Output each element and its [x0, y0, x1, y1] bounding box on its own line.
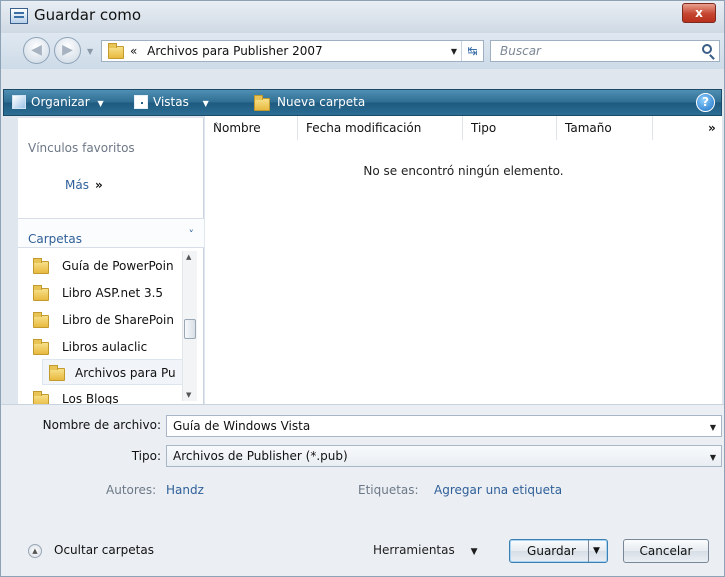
close-button[interactable]: x	[682, 3, 716, 23]
filename-field[interactable]: Guía de Windows Vista ▼	[166, 415, 722, 437]
tools-dropdown-icon: ▼	[470, 547, 478, 557]
folders-header: Carpetas	[28, 232, 82, 246]
folder-icon	[49, 365, 65, 381]
forward-arrow-icon: ▶	[62, 42, 73, 58]
folder-tree-label: Libros aulaclic	[62, 340, 148, 354]
organize-button[interactable]: Organizar ▼	[31, 95, 104, 109]
hide-folders-icon[interactable]: ▲	[28, 544, 42, 558]
save-button[interactable]: Guardar ▼	[509, 539, 608, 563]
search-input[interactable]: Buscar	[500, 44, 541, 58]
more-links-label: Más	[65, 178, 89, 192]
organize-label: Organizar	[31, 95, 90, 109]
chevron-down-icon[interactable]: ▼	[710, 453, 716, 462]
folder-tree-label: Archivos para Pu	[75, 366, 176, 380]
save-as-dialog: Guardar como x ◀ ▶ ▼ « Archivos para Pub…	[0, 0, 725, 577]
column-header-name[interactable]: Nombre ^	[205, 116, 298, 140]
breadcrumb-current[interactable]: Archivos para Publisher 2007	[147, 44, 322, 58]
file-type-label: Tipo:	[131, 449, 161, 463]
column-header-type[interactable]: Tipo	[463, 116, 557, 140]
folder-tree-item-selected[interactable]: Archivos para Pu	[42, 359, 184, 385]
save-form: Nombre de archivo: Guía de Windows Vista…	[1, 404, 724, 576]
views-label: Vistas	[153, 95, 189, 109]
folder-tree-item[interactable]: Libro ASP.net 3.5	[18, 280, 188, 306]
folder-icon	[33, 258, 49, 274]
address-row: ◀ ▶ ▼ « Archivos para Publisher 2007 ▼ ↹…	[1, 33, 724, 69]
save-dialog-icon	[10, 8, 28, 24]
column-header-date-modified[interactable]: Fecha modificación	[298, 116, 463, 140]
tools-label: Herramientas	[373, 543, 455, 557]
folder-tree-item[interactable]: Libro de SharePoin	[18, 307, 188, 333]
refresh-icon: ↹	[467, 44, 478, 58]
folder-tree-label: Libro de SharePoin	[62, 313, 174, 327]
folder-icon	[33, 285, 49, 301]
search-icon[interactable]	[702, 44, 712, 54]
forward-button[interactable]: ▶	[54, 37, 81, 64]
file-type-select[interactable]: Archivos de Publisher (*.pub) ▼	[166, 445, 722, 467]
authors-value[interactable]: Handz	[166, 483, 204, 497]
sort-ascending-icon: ^	[213, 121, 220, 130]
save-label: Guardar	[527, 544, 576, 558]
views-icon	[134, 95, 148, 109]
cancel-button[interactable]: Cancelar	[623, 539, 709, 563]
column-header-size[interactable]: Tamaño	[557, 116, 653, 140]
search-box[interactable]: Buscar	[490, 40, 720, 62]
help-icon: ?	[702, 95, 709, 109]
tools-button[interactable]: Herramientas ▼	[373, 543, 478, 557]
tags-label: Etiquetas:	[358, 483, 419, 497]
more-columns-icon: »	[708, 121, 716, 135]
folder-tree-label: Libro ASP.net 3.5	[62, 286, 164, 300]
folder-tree-item[interactable]: Guía de PowerPoin	[18, 253, 188, 279]
folders-header-bar[interactable]: Carpetas ˅	[18, 218, 204, 248]
views-button[interactable]: Vistas ▼	[153, 95, 209, 109]
folder-tree-item[interactable]: Los Blogs	[18, 386, 188, 404]
new-folder-icon	[254, 95, 270, 111]
folder-tree-label: Los Blogs	[62, 392, 119, 404]
back-arrow-icon: ◀	[31, 42, 42, 58]
file-type-value: Archivos de Publisher (*.pub)	[173, 449, 348, 463]
recent-pages-dropdown-icon[interactable]: ▼	[87, 47, 93, 56]
back-button[interactable]: ◀	[23, 37, 50, 64]
folder-tree-scrollbar[interactable]: ▲ ▼	[182, 251, 197, 401]
dialog-title: Guardar como	[34, 6, 142, 24]
refresh-button[interactable]: ↹	[461, 41, 483, 61]
scrollbar-thumb[interactable]	[184, 319, 196, 339]
save-options-dropdown-icon[interactable]: ▼	[588, 540, 604, 562]
chevron-down-icon[interactable]: ▼	[710, 423, 716, 432]
filename-input[interactable]: Guía de Windows Vista	[173, 419, 310, 433]
breadcrumb-prefix[interactable]: «	[130, 44, 137, 58]
help-button[interactable]: ?	[696, 93, 715, 112]
hide-folders-button[interactable]: Ocultar carpetas	[54, 543, 154, 557]
scroll-down-icon[interactable]: ▼	[186, 391, 191, 399]
folder-icon	[108, 43, 124, 59]
more-arrows-icon: »	[94, 178, 103, 192]
folder-icon	[33, 391, 49, 404]
new-folder-button[interactable]: Nueva carpeta	[277, 95, 365, 109]
address-bar[interactable]: « Archivos para Publisher 2007 ▼ ↹	[101, 40, 484, 62]
more-columns-button[interactable]: »	[653, 116, 722, 140]
address-dropdown-icon[interactable]: ▼	[451, 47, 457, 56]
folder-icon	[33, 312, 49, 328]
title-bar: Guardar como x	[1, 1, 724, 33]
add-tag-link[interactable]: Agregar una etiqueta	[434, 483, 562, 497]
favorite-links-header: Vínculos favoritos	[28, 141, 135, 155]
filename-label: Nombre de archivo:	[42, 418, 161, 432]
scroll-up-icon[interactable]: ▲	[186, 253, 191, 261]
views-dropdown-icon: ▼	[202, 99, 209, 108]
folder-tree-label: Guía de PowerPoin	[62, 259, 174, 273]
empty-folder-message: No se encontró ningún elemento.	[363, 164, 564, 178]
folder-tree-item[interactable]: Libros aulaclic	[18, 334, 188, 360]
chevron-down-icon: ˅	[188, 228, 195, 241]
navigation-pane: Vínculos favoritos Más » Carpetas ˅ Guía …	[18, 118, 204, 404]
authors-label: Autores:	[106, 483, 157, 497]
folder-icon	[33, 339, 49, 355]
more-links-button[interactable]: Más »	[65, 178, 103, 192]
command-bar: Organizar ▼ Vistas ▼ Nueva carpeta ?	[3, 89, 722, 116]
file-list: Nombre ^ Fecha modificación Tipo Tamaño …	[205, 116, 722, 404]
organize-dropdown-icon: ▼	[97, 99, 104, 108]
organize-icon	[12, 95, 26, 109]
